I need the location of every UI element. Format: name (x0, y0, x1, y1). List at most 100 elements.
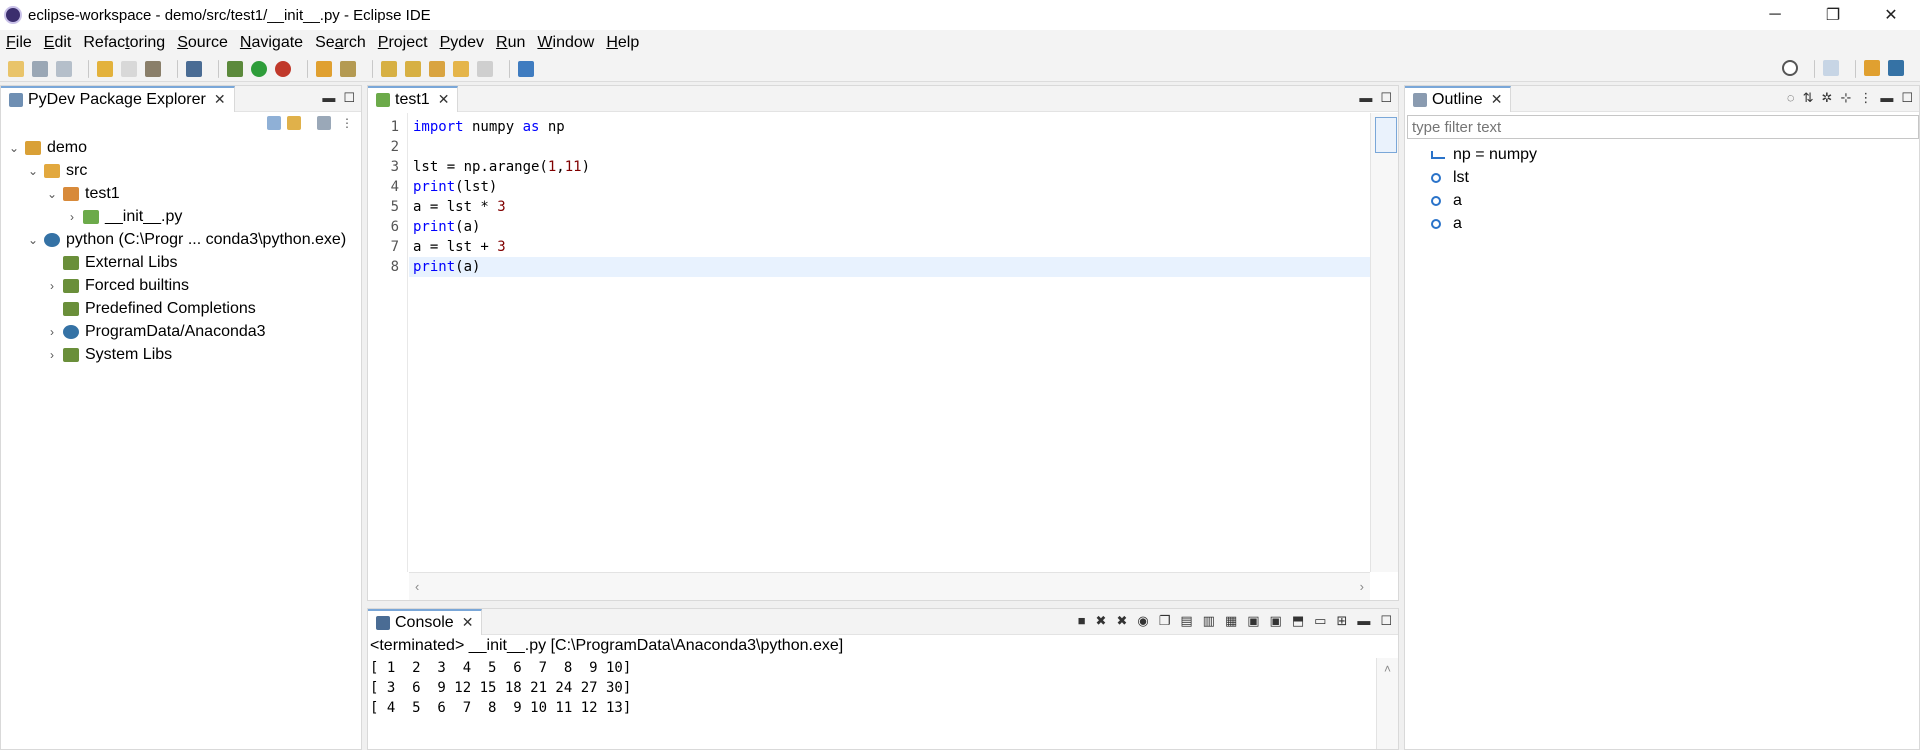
open-perspective-icon[interactable] (1823, 60, 1839, 76)
close-tab-icon[interactable]: ✕ (462, 614, 474, 631)
java-perspective-icon[interactable] (1864, 60, 1880, 76)
tree-node-forced-builtins[interactable]: › Forced builtins (1, 274, 361, 297)
pencil-icon[interactable] (340, 60, 356, 77)
expand-toggle-icon[interactable]: ⌄ (45, 187, 59, 201)
next-annotation-icon[interactable] (381, 60, 397, 77)
code-text-area[interactable]: import numpy as np lst = np.arange(1,11)… (409, 113, 1370, 572)
scroll-lock-icon[interactable]: ▥ (1203, 613, 1215, 629)
save-icon[interactable] (32, 60, 48, 77)
outline-item-a[interactable]: a (1405, 189, 1919, 212)
word-wrap-icon[interactable]: ▦ (1225, 613, 1237, 629)
minimize-button[interactable]: ─ (1746, 0, 1804, 30)
menu-navigate[interactable]: Navigate (240, 34, 303, 52)
link-with-editor-icon[interactable] (287, 116, 301, 130)
debug-icon[interactable] (227, 60, 243, 77)
menu-source[interactable]: Source (177, 34, 228, 52)
menu-file[interactable]: File (6, 34, 32, 52)
clear-console-icon[interactable]: ▤ (1180, 613, 1192, 629)
code-line[interactable] (409, 137, 1370, 157)
remove-all-terminated-icon[interactable]: ✖ (1116, 613, 1127, 629)
view-menu-icon[interactable]: ⋮ (1859, 90, 1872, 106)
expand-toggle-icon[interactable]: › (45, 348, 59, 362)
code-line[interactable]: a = lst * 3 (409, 197, 1370, 217)
code-line-current[interactable]: print(a) (409, 257, 1370, 277)
close-tab-icon[interactable]: ✕ (214, 91, 226, 108)
maximize-view-icon[interactable]: ☐ (1901, 90, 1913, 106)
last-edit-icon[interactable] (429, 60, 445, 77)
tree-node-predefined-completions[interactable]: Predefined Completions (1, 297, 361, 320)
tab-outline[interactable]: Outline ✕ (1405, 85, 1512, 112)
expand-toggle-icon[interactable]: › (45, 325, 59, 339)
tree-node-test1[interactable]: ⌄ test1 (1, 182, 361, 205)
menu-refactoring[interactable]: Refactoring (83, 34, 165, 52)
open-type-icon[interactable] (145, 60, 161, 77)
save-all-icon[interactable] (56, 60, 72, 77)
show-on-stderr-icon[interactable]: ▣ (1270, 613, 1282, 629)
close-tab-icon[interactable]: ✕ (438, 91, 450, 108)
console-scrollbar[interactable]: ˄ (1376, 658, 1398, 749)
tree-node-python-interpreter[interactable]: ⌄ python (C:\Progr ... conda3\python.exe… (1, 228, 361, 251)
terminate-icon[interactable]: ■ (1078, 613, 1086, 629)
expand-toggle-icon[interactable]: ⌄ (7, 141, 21, 155)
maximize-view-icon[interactable]: ☐ (1380, 613, 1392, 629)
code-line[interactable]: lst = np.arange(1,11) (409, 157, 1370, 177)
overview-indicator[interactable] (1375, 117, 1397, 153)
terminal-icon[interactable] (186, 60, 202, 77)
coverage-icon[interactable] (275, 60, 291, 77)
outline-item-lst[interactable]: lst (1405, 166, 1919, 189)
menu-pydev[interactable]: Pydev (440, 34, 484, 52)
minimize-view-icon[interactable]: ▬ (1357, 613, 1370, 629)
maximize-view-icon[interactable]: ☐ (1380, 90, 1392, 106)
expand-toggle-icon[interactable]: ⌄ (26, 233, 40, 247)
tree-node-demo[interactable]: ⌄ demo (1, 136, 361, 159)
previous-annotation-icon[interactable] (405, 60, 421, 77)
filters-icon[interactable] (317, 116, 331, 130)
scroll-left-icon[interactable]: ‹ (415, 579, 419, 594)
restore-button[interactable]: ❐ (1804, 0, 1862, 30)
pydev-perspective-icon[interactable] (1888, 60, 1904, 76)
remove-launch-icon[interactable]: ✖ (1096, 613, 1107, 629)
collapse-all-icon[interactable] (267, 116, 281, 130)
tree-node-src[interactable]: ⌄ src (1, 159, 361, 182)
back-icon[interactable] (453, 60, 469, 77)
minimize-view-icon[interactable]: ▬ (322, 90, 335, 106)
close-tab-icon[interactable]: ✕ (1491, 91, 1503, 108)
scroll-up-icon[interactable]: ˄ (1384, 662, 1391, 676)
tree-node-init-py[interactable]: › __init__.py (1, 205, 361, 228)
code-line[interactable]: print(a) (409, 217, 1370, 237)
code-line[interactable]: a = lst + 3 (409, 237, 1370, 257)
open-folder-icon[interactable] (316, 60, 332, 77)
menu-project[interactable]: Project (378, 34, 428, 52)
undo-icon[interactable] (97, 60, 113, 77)
redo-icon[interactable] (121, 60, 137, 77)
debug-console-icon[interactable]: ◉ (1137, 613, 1148, 629)
code-line[interactable]: import numpy as np (409, 117, 1370, 137)
new-icon[interactable] (8, 60, 24, 77)
copy-icon[interactable]: ❐ (1159, 613, 1171, 629)
collapse-all-icon[interactable]: ✲ (1822, 90, 1833, 106)
menu-edit[interactable]: Edit (44, 34, 72, 52)
maximize-view-icon[interactable]: ☐ (343, 90, 355, 106)
tree-node-anaconda3[interactable]: › ProgramData/Anaconda3 (1, 320, 361, 343)
run-icon[interactable] (251, 60, 267, 77)
editor-overview-ruler[interactable] (1370, 113, 1398, 572)
outline-item-a[interactable]: a (1405, 212, 1919, 235)
forward-icon[interactable] (477, 60, 493, 77)
console-output[interactable]: [ 1 2 3 4 5 6 7 8 9 10] [ 3 6 9 12 15 18… (368, 658, 1376, 749)
display-console-icon[interactable]: ▭ (1314, 613, 1326, 629)
view-menu-icon[interactable]: ⋮ (341, 116, 353, 130)
outline-item-import[interactable]: np = numpy (1405, 143, 1919, 166)
tree-node-system-libs[interactable]: › System Libs (1, 343, 361, 366)
tab-console[interactable]: Console ✕ (368, 608, 483, 635)
pin-editor-icon[interactable] (518, 60, 534, 77)
menu-help[interactable]: Help (606, 34, 639, 52)
code-line[interactable]: print(lst) (409, 177, 1370, 197)
tab-test1[interactable]: test1 ✕ (368, 85, 459, 112)
menu-window[interactable]: Window (537, 34, 594, 52)
close-window-button[interactable]: ✕ (1862, 0, 1920, 30)
show-on-stdout-icon[interactable]: ▣ (1247, 613, 1259, 629)
sort-icon[interactable]: ⇅ (1803, 90, 1814, 106)
expand-toggle-icon[interactable]: › (65, 210, 79, 224)
pin-console-icon[interactable]: ⬒ (1292, 613, 1304, 629)
menu-run[interactable]: Run (496, 34, 525, 52)
